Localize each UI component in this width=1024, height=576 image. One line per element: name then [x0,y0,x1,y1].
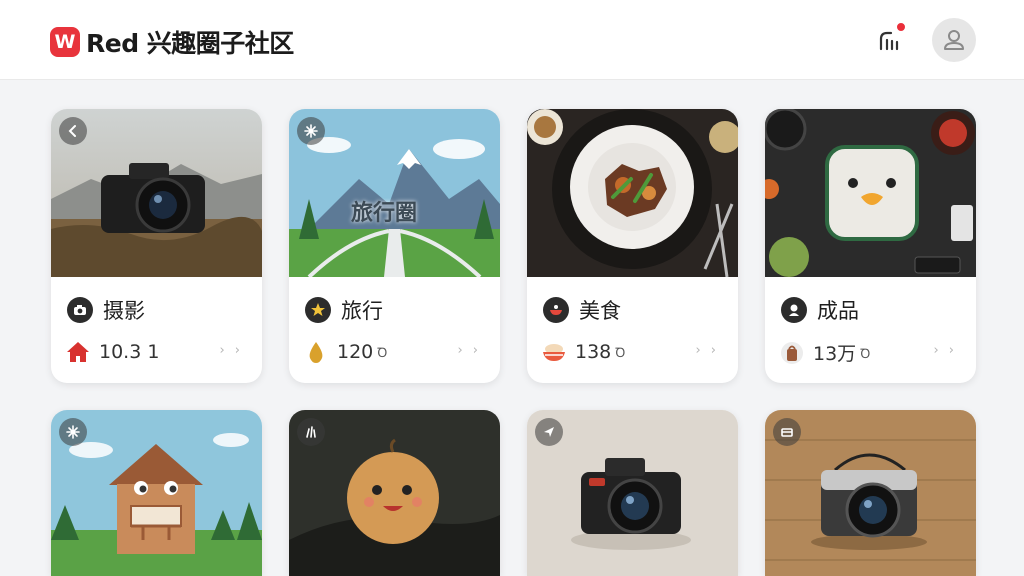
card-row2-3[interactable] [527,410,738,576]
more-chevron-icon[interactable]: › › [457,343,481,358]
card-image [527,410,738,576]
card-travel[interactable]: 旅行圈 旅行 120 Ꝺ › › [289,109,500,383]
bag-icon [779,340,805,366]
card-image [289,410,500,576]
card-image [765,109,976,277]
card-image [765,410,976,576]
app-title: Red 兴趣圈子社区 [86,29,294,58]
stats-row: 10.3 1 › › [65,339,251,365]
card-row2-1[interactable] [51,410,262,576]
card-image [51,410,262,576]
star-badge-icon [305,297,331,323]
food-bowl-icon [541,339,567,365]
stats-row: 120 Ꝺ › › [303,339,489,365]
bowl-icon [543,297,569,323]
card-food[interactable]: 美食 138 Ꝺ › › [527,109,738,383]
count-unit: Ꝺ [377,346,388,361]
card-body: 美食 138 Ꝺ › › [527,277,738,383]
category-row: 成品 [781,295,859,325]
category-row: 摄影 [67,295,145,325]
member-count: 138 [575,341,612,363]
house-icon [65,339,91,365]
grass-icon[interactable] [297,418,325,446]
send-icon[interactable] [535,418,563,446]
count-unit: Ꝺ [615,346,626,361]
card-products[interactable]: 成品 13万 Ꝺ › › [765,109,976,383]
user-icon [944,30,964,50]
stats-row: 13万 Ꝺ › › [779,339,965,366]
category-name: 成品 [817,299,859,323]
top-header: W Red 兴趣圈子社区 [0,0,1024,80]
category-row: 旅行 [305,295,383,325]
card-photography[interactable]: 摄影 10.3 1 › › [51,109,262,383]
card-image [51,109,262,277]
count-unit: Ꝺ [860,346,871,362]
sparkle-icon[interactable] [59,418,87,446]
app-logo[interactable]: W Red 兴趣圈子社区 [50,24,294,60]
back-icon[interactable] [59,117,87,145]
card-image: 旅行圈 [289,109,500,277]
badge-icon [781,297,807,323]
camera-icon [67,297,93,323]
member-count: 10.3 1 [99,341,160,363]
logo-badge-icon: W [50,27,80,57]
category-name: 旅行 [341,299,383,323]
card-body: 成品 13万 Ꝺ › › [765,277,976,383]
card-row2-2[interactable] [289,410,500,576]
member-count: 120 [337,341,374,363]
avatar[interactable] [932,18,976,62]
more-chevron-icon[interactable]: › › [695,343,719,358]
sparkle-icon[interactable] [297,117,325,145]
more-chevron-icon[interactable]: › › [933,343,957,358]
card-icon[interactable] [773,418,801,446]
category-name: 摄影 [103,299,145,323]
member-count: 13万 [813,343,857,365]
notification-badge [896,22,906,32]
category-row: 美食 [543,295,621,325]
stats-row: 138 Ꝺ › › [541,339,727,365]
card-body: 旅行 120 Ꝺ › › [289,277,500,383]
card-image [527,109,738,277]
more-chevron-icon[interactable]: › › [219,343,243,358]
card-body: 摄影 10.3 1 › › [51,277,262,383]
category-name: 美食 [579,299,621,323]
image-caption: 旅行圈 [351,201,418,226]
card-row2-4[interactable] [765,410,976,576]
drop-icon [303,339,329,365]
